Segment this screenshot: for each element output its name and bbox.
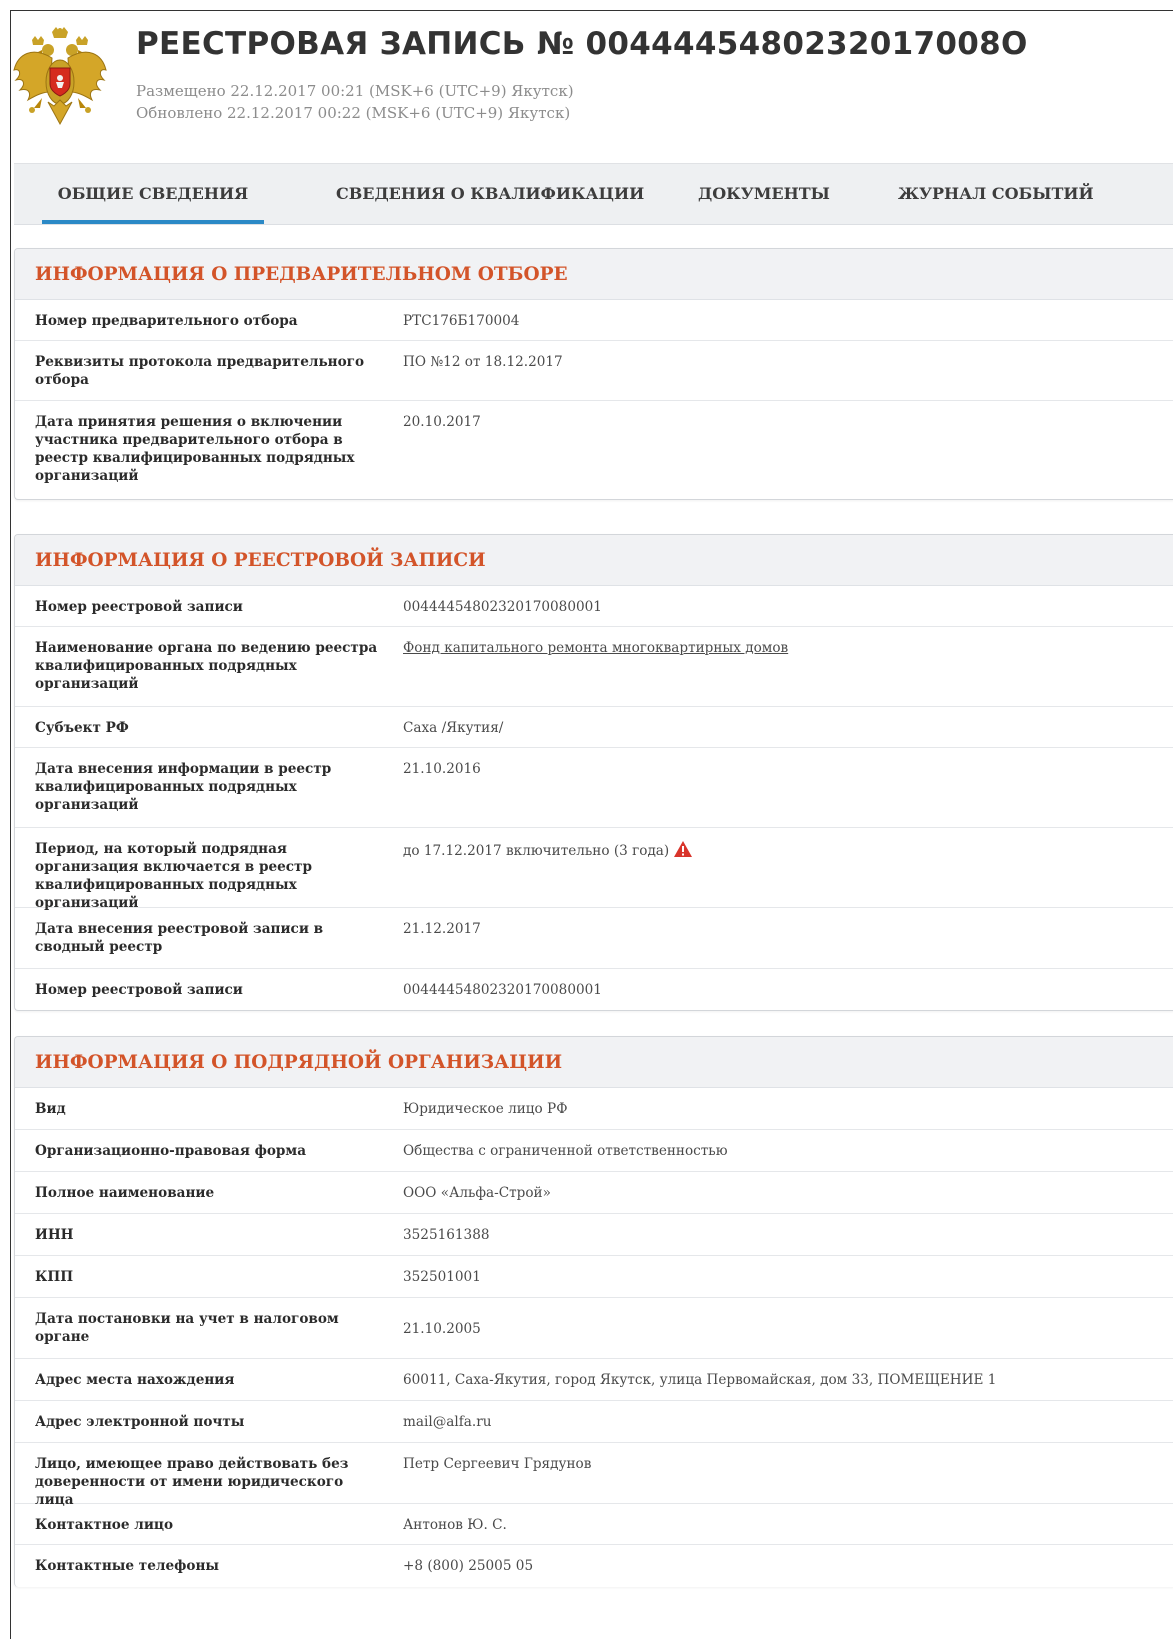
row-value: ПО №12 от 18.12.2017 (403, 354, 563, 370)
row-value: 21.10.2005 (403, 1321, 481, 1337)
info-row: Вид Юридическое лицо РФ (15, 1088, 1173, 1130)
info-row: Лицо, имеющее право действовать без дове… (15, 1443, 1173, 1508)
tab-bar: ОБЩИЕ СВЕДЕНИЯ СВЕДЕНИЯ О КВАЛИФИКАЦИИ Д… (14, 163, 1173, 225)
row-label: Номер предварительного отбора (35, 313, 298, 329)
row-label: Организационно-правовая форма (35, 1143, 307, 1159)
tab-general-info[interactable]: ОБЩИЕ СВЕДЕНИЯ (42, 164, 264, 224)
period-text: до 17.12.2017 включительно (3 года) (403, 843, 670, 859)
row-value: Петр Сергеевич Грядунов (403, 1456, 592, 1472)
row-label: Полное наименование (35, 1185, 215, 1201)
row-label: Лицо, имеющее право действовать без дове… (35, 1456, 349, 1508)
tab-event-log[interactable]: ЖУРНАЛ СОБЫТИЙ (898, 164, 1094, 224)
row-label: КПП (35, 1269, 74, 1285)
info-row: Период, на который подрядная организация… (15, 828, 1173, 911)
warning-icon[interactable] (673, 840, 693, 858)
page-title: РЕЕСТРОВАЯ ЗАПИСЬ № 0044445480232017008O (136, 26, 1028, 62)
row-value: 00444454802320170080001 (403, 982, 602, 998)
updated-date: Обновлено 22.12.2017 00:22 (MSK+6 (UTC+9… (136, 104, 571, 122)
page-header: РЕЕСТРОВАЯ ЗАПИСЬ № 0044445480232017008O… (12, 20, 1162, 140)
info-row: Дата постановки на учет в налоговом орга… (15, 1298, 1173, 1359)
section-registry-record: ИНФОРМАЦИЯ О РЕЕСТРОВОЙ ЗАПИСИ Номер рее… (14, 534, 1173, 1011)
section-title: ИНФОРМАЦИЯ О ПРЕДВАРИТЕЛЬНОМ ОТБОРЕ (15, 249, 1173, 300)
row-value: 00444454802320170080001 (403, 599, 602, 615)
info-row: КПП 352501001 (15, 1256, 1173, 1298)
row-label: Реквизиты протокола предварительного отб… (35, 354, 365, 388)
row-value: 60011, Саха-Якутия, город Якутск, улица … (403, 1372, 997, 1388)
row-label: Номер реестровой записи (35, 982, 243, 998)
section-preselection: ИНФОРМАЦИЯ О ПРЕДВАРИТЕЛЬНОМ ОТБОРЕ Номе… (14, 248, 1173, 500)
info-row: Контактные телефоны +8 (800) 25005 05 (15, 1545, 1173, 1587)
info-row: Номер предварительного отбора РТС176Б170… (15, 300, 1173, 341)
info-row: Номер реестровой записи 0044445480232017… (15, 969, 1173, 1010)
row-label: Субъект РФ (35, 720, 129, 736)
row-label: Дата постановки на учет в налоговом орга… (35, 1311, 339, 1345)
row-value: 3525161388 (403, 1227, 490, 1243)
row-value: 21.12.2017 (403, 921, 481, 937)
row-value: 352501001 (403, 1269, 481, 1285)
row-label: Вид (35, 1101, 66, 1117)
row-label: Адрес места нахождения (35, 1372, 235, 1388)
row-value-period: до 17.12.2017 включительно (3 года) (403, 840, 1163, 860)
row-value: +8 (800) 25005 05 (403, 1558, 534, 1574)
info-row: Полное наименование ООО «Альфа-Строй» (15, 1172, 1173, 1214)
info-row: Адрес места нахождения 60011, Саха-Якути… (15, 1359, 1173, 1401)
row-label: ИНН (35, 1227, 74, 1243)
info-row: Контактное лицо Антонов Ю. С. (15, 1504, 1173, 1545)
registry-body-link[interactable]: Фонд капитального ремонта многоквартирны… (403, 639, 1163, 657)
info-row: Субъект РФ Саха /Якутия/ (15, 707, 1173, 748)
row-label: Дата внесения информации в реестр квалиф… (35, 761, 332, 813)
info-row: Реквизиты протокола предварительного отб… (15, 341, 1173, 401)
row-label: Контактное лицо (35, 1517, 174, 1533)
row-label: Наименование органа по ведению реестра к… (35, 640, 378, 692)
row-value: ООО «Альфа-Строй» (403, 1185, 551, 1201)
row-label: Адрес электронной почты (35, 1414, 245, 1430)
section-title: ИНФОРМАЦИЯ О РЕЕСТРОВОЙ ЗАПИСИ (15, 535, 1173, 586)
row-value: Саха /Якутия/ (403, 720, 504, 736)
row-value: Антонов Ю. С. (403, 1517, 507, 1533)
row-label: Период, на который подрядная организация… (35, 841, 312, 911)
info-row: Дата принятия решения о включении участн… (15, 401, 1173, 499)
row-value: 21.10.2016 (403, 761, 481, 777)
row-value: Юридическое лицо РФ (403, 1101, 568, 1117)
preselection-number-link[interactable]: РТС176Б170004 (403, 312, 1163, 330)
info-row: Номер реестровой записи 0044445480232017… (15, 586, 1173, 627)
section-contractor: ИНФОРМАЦИЯ О ПОДРЯДНОЙ ОРГАНИЗАЦИИ Вид Ю… (14, 1036, 1173, 1587)
section-title: ИНФОРМАЦИЯ О ПОДРЯДНОЙ ОРГАНИЗАЦИИ (15, 1037, 1173, 1088)
info-row: Дата внесения информации в реестр квалиф… (15, 748, 1173, 828)
row-label: Дата принятия решения о включении участн… (35, 414, 355, 484)
row-value: 20.10.2017 (403, 414, 481, 430)
posted-date: Размещено 22.12.2017 00:21 (MSK+6 (UTC+9… (136, 82, 574, 100)
info-row: Адрес электронной почты mail@alfa.ru (15, 1401, 1173, 1443)
coat-of-arms-icon (13, 27, 107, 126)
info-row: Организационно-правовая форма Общества с… (15, 1130, 1173, 1172)
tab-documents[interactable]: ДОКУМЕНТЫ (698, 164, 830, 224)
row-value: Общества с ограниченной ответственностью (403, 1143, 728, 1159)
info-row: Наименование органа по ведению реестра к… (15, 627, 1173, 707)
row-label: Дата внесения реестровой записи в сводны… (35, 921, 324, 955)
row-label: Контактные телефоны (35, 1558, 220, 1574)
info-row: ИНН 3525161388 (15, 1214, 1173, 1256)
info-row: Дата внесения реестровой записи в сводны… (15, 908, 1173, 969)
row-value: mail@alfa.ru (403, 1414, 492, 1430)
row-label: Номер реестровой записи (35, 599, 243, 615)
tab-qualification-info[interactable]: СВЕДЕНИЯ О КВАЛИФИКАЦИИ (336, 164, 644, 224)
